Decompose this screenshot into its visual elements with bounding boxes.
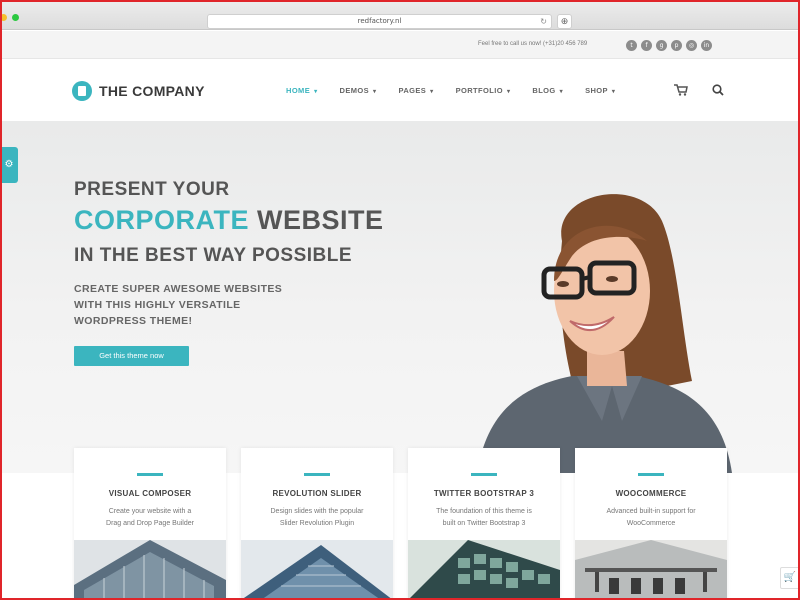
chevron-down-icon: ▾ <box>430 89 434 95</box>
card-building-image <box>241 540 393 598</box>
card-description: The foundation of this theme is built on… <box>436 508 532 527</box>
pinterest-icon[interactable]: p <box>671 40 682 51</box>
chevron-down-icon: ▾ <box>314 89 318 95</box>
logo-icon[interactable] <box>72 81 92 101</box>
address-bar[interactable]: redfactory.nl ↻ <box>207 14 552 29</box>
top-info-bar: Feel free to call us now! (+31)20 456 78… <box>2 31 798 59</box>
nav-item-pages[interactable]: PAGES ▾ <box>398 86 433 95</box>
nav-item-blog[interactable]: BLOG ▾ <box>532 86 563 95</box>
feature-cards: VISUAL COMPOSER Create your website with… <box>2 448 798 598</box>
social-links: t f g p ◎ in <box>626 40 712 51</box>
nav-item-demos[interactable]: DEMOS ▾ <box>340 86 377 95</box>
new-tab-icon[interactable]: ⊕ <box>557 14 572 29</box>
feature-card-woocommerce[interactable]: WOOCOMMERCE Advanced built-in support fo… <box>575 448 727 598</box>
site-header: THE COMPANY HOME ▾ DEMOS ▾ PAGES ▾ PORTFOLI… <box>2 59 798 121</box>
card-title: WOOCOMMERCE <box>615 489 687 498</box>
twitter-icon[interactable]: t <box>626 40 637 51</box>
hero-line-1: PRESENT YOUR <box>74 179 230 200</box>
instagram-icon[interactable]: ◎ <box>686 40 697 51</box>
googleplus-icon[interactable]: g <box>656 40 667 51</box>
nav-item-shop[interactable]: SHOP ▾ <box>585 86 615 95</box>
chevron-down-icon: ▾ <box>373 89 377 95</box>
card-title: TWITTER BOOTSTRAP 3 <box>433 489 535 498</box>
get-theme-button[interactable]: Get this theme now <box>74 346 189 366</box>
cart-icon[interactable] <box>674 84 688 96</box>
feature-card-revolution-slider[interactable]: REVOLUTION SLIDER Design slides with the… <box>241 448 393 598</box>
card-accent-bar <box>471 473 497 476</box>
card-office-image <box>575 540 727 598</box>
chevron-down-icon: ▾ <box>559 89 564 95</box>
card-building-image <box>74 540 226 598</box>
screen-frame: redfactory.nl ↻ ⊕ Feel free to call us n… <box>0 0 800 600</box>
facebook-icon[interactable]: f <box>641 40 652 51</box>
card-accent-bar <box>638 473 664 476</box>
card-accent-bar <box>137 473 163 476</box>
feature-card-twitter-bootstrap[interactable]: TWITTER BOOTSTRAP 3 The foundation of th… <box>408 448 560 598</box>
logo-text[interactable]: THE COMPANY <box>99 83 205 99</box>
hero-person-image <box>477 194 732 473</box>
chevron-down-icon: ▾ <box>611 89 616 95</box>
card-description: Create your website with a Drag and Drop… <box>106 508 194 527</box>
hero-line-3: IN THE BEST WAY POSSIBLE <box>74 245 353 266</box>
card-title: VISUAL COMPOSER <box>108 489 192 498</box>
chevron-down-icon: ▾ <box>506 89 511 95</box>
cart-widget-icon[interactable]: 🛒 <box>780 567 798 589</box>
hero-section: ⚙ PRESENT YOUR CORPORATE WEBSITE IN THE … <box>2 121 798 473</box>
minimize-window-button[interactable] <box>2 14 7 21</box>
main-nav: HOME ▾ DEMOS ▾ PAGES ▾ PORTFOLIO ▾ BLOG ▾ SHO… <box>286 86 637 95</box>
card-building-image <box>408 540 560 598</box>
hero-headline-rest: WEBSITE <box>249 205 384 235</box>
card-description: Advanced built-in support for WooCommerc… <box>606 508 696 527</box>
nav-item-portfolio[interactable]: PORTFOLIO ▾ <box>456 86 511 95</box>
linkedin-icon[interactable]: in <box>701 40 712 51</box>
feature-card-visual-composer[interactable]: VISUAL COMPOSER Create your website with… <box>74 448 226 598</box>
card-title: REVOLUTION SLIDER <box>272 489 362 498</box>
card-description: Design slides with the popular Slider Re… <box>270 508 364 527</box>
search-icon[interactable] <box>712 84 724 96</box>
settings-gear-icon[interactable]: ⚙ <box>2 147 18 183</box>
maximize-window-button[interactable] <box>12 14 19 21</box>
browser-toolbar: redfactory.nl ↻ ⊕ <box>2 2 798 30</box>
card-accent-bar <box>304 473 330 476</box>
call-us-text: Feel free to call us now! (+31)20 456 78… <box>478 41 588 47</box>
hero-subtitle: CREATE SUPER AWESOME WEBSITES WITH THIS … <box>74 283 283 327</box>
reload-icon[interactable]: ↻ <box>540 17 547 26</box>
hero-headline-accent: CORPORATE <box>74 205 250 235</box>
nav-item-home[interactable]: HOME ▾ <box>286 86 318 95</box>
url-text: redfactory.nl <box>357 17 402 25</box>
hero-headline: CORPORATE WEBSITE <box>74 205 384 236</box>
